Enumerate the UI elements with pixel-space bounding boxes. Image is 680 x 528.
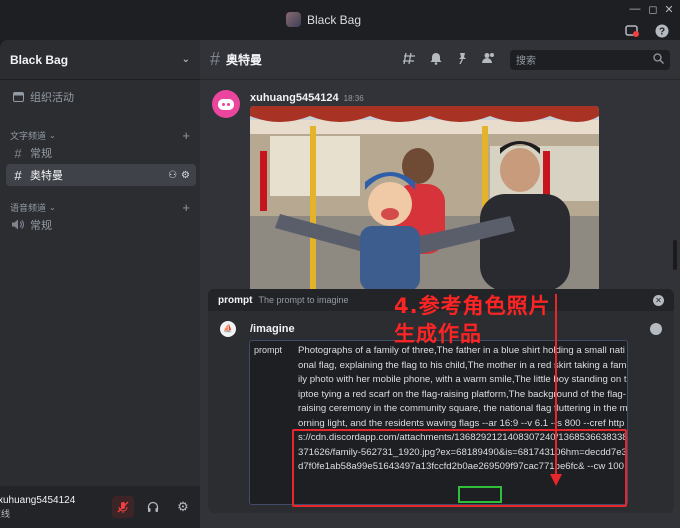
svg-text:?: ? <box>659 27 665 38</box>
title-bar: Black Bag — ◻ ✕ ? <box>0 0 680 40</box>
user-info[interactable]: xuhuang5454124 在线 <box>0 495 100 520</box>
channel-sidebar: Black Bag ⌄ 组织活动 文字频道 ⌄ + # 常规 # 奥特曼 ⚇ ⚙ <box>0 40 200 528</box>
channel-header: # 奥特曼 搜索 <box>200 40 680 80</box>
option-description: The prompt to imagine <box>258 295 349 305</box>
user-name: xuhuang5454124 <box>0 494 76 506</box>
maximize-button[interactable]: ◻ <box>646 3 660 16</box>
author-name: xuhuang5454124 <box>250 92 339 104</box>
hash-icon: # <box>14 167 22 183</box>
sidebar-item-label: 组织活动 <box>30 92 74 104</box>
speaker-icon <box>12 218 24 233</box>
attached-family-photo[interactable] <box>250 106 599 291</box>
discord-logo-icon <box>218 98 234 110</box>
sidebar-item-general[interactable]: # 常规 <box>6 142 196 164</box>
category-label: 文字频道 <box>10 131 47 141</box>
channel-name: 奥特曼 <box>226 53 263 67</box>
add-channel-icon[interactable]: + <box>182 128 190 143</box>
prompt-input[interactable]: prompt Photographs of a family of three,… <box>249 340 628 505</box>
chevron-down-icon: ⌄ <box>181 54 190 65</box>
user-panel: xuhuang5454124 在线 ⚙ <box>0 486 200 528</box>
search-icon <box>653 52 664 67</box>
annotation-line-2: 生成作品 <box>394 322 482 346</box>
window-title: Black Bag <box>286 12 361 27</box>
search-placeholder: 搜索 <box>516 56 536 67</box>
add-channel-icon[interactable]: + <box>182 200 190 215</box>
message-timestamp: 18:36 <box>343 94 364 103</box>
close-icon[interactable]: ✕ <box>653 294 664 306</box>
sidebar-item-label: 常规 <box>30 220 52 232</box>
inbox-icon[interactable] <box>624 24 640 40</box>
server-name: Black Bag <box>10 52 69 67</box>
threads-icon[interactable] <box>403 52 416 68</box>
close-window-button[interactable]: ✕ <box>662 3 676 16</box>
headphones-button[interactable] <box>142 496 164 518</box>
annotation-line-1: 4.参考角色照片 <box>394 294 551 318</box>
category-label: 语音频道 <box>10 203 47 213</box>
help-icon[interactable]: ? <box>654 24 670 40</box>
sidebar-item-label: 奥特曼 <box>30 170 63 182</box>
member-list-icon[interactable] <box>482 52 496 67</box>
prompt-field-label: prompt <box>254 345 283 355</box>
pin-icon[interactable] <box>456 52 468 68</box>
window-title-text: Black Bag <box>307 12 362 27</box>
option-name: prompt <box>218 294 253 306</box>
server-header[interactable]: Black Bag ⌄ <box>0 40 200 80</box>
command-name: /imagine <box>250 323 295 335</box>
sidebar-item-voice-general[interactable]: 常规 <box>6 214 196 236</box>
minimize-button[interactable]: — <box>628 3 642 15</box>
discord-window: Black Bag — ◻ ✕ ? Black Bag ⌄ 组织活动 文字频道 … <box>0 0 680 528</box>
hash-icon: # <box>14 145 22 161</box>
sidebar-item-events[interactable]: 组织活动 <box>6 86 196 108</box>
message-author[interactable]: xuhuang5454124 18:36 <box>250 92 364 104</box>
avatar[interactable] <box>212 90 240 118</box>
voice-channel-category[interactable]: 语音频道 ⌄ + <box>10 200 190 215</box>
chat-scrollbar[interactable] <box>673 240 677 270</box>
server-icon <box>286 12 301 27</box>
add-member-icon[interactable]: ⚇ <box>168 170 177 181</box>
user-settings-gear-icon[interactable]: ⚙ <box>172 496 194 518</box>
mute-mic-button[interactable] <box>112 496 134 518</box>
midjourney-bot-avatar: ⛵ <box>220 321 236 337</box>
sidebar-item-label: 常规 <box>30 148 52 160</box>
user-status: 在线 <box>0 508 11 519</box>
emoji-icon[interactable] <box>650 323 662 335</box>
search-input[interactable]: 搜索 <box>510 49 670 70</box>
bell-icon[interactable] <box>430 52 442 68</box>
gear-icon[interactable]: ⚙ <box>181 170 190 181</box>
sidebar-item-ultraman[interactable]: # 奥特曼 ⚇ ⚙ <box>6 164 196 186</box>
text-channel-category[interactable]: 文字频道 ⌄ + <box>10 128 190 143</box>
chevron-down-icon: ⌄ <box>49 203 56 212</box>
prompt-text[interactable]: Photographs of a family of three,The fat… <box>298 344 628 475</box>
chevron-down-icon: ⌄ <box>49 131 56 140</box>
calendar-icon <box>12 90 24 105</box>
hash-icon: # <box>210 49 221 69</box>
